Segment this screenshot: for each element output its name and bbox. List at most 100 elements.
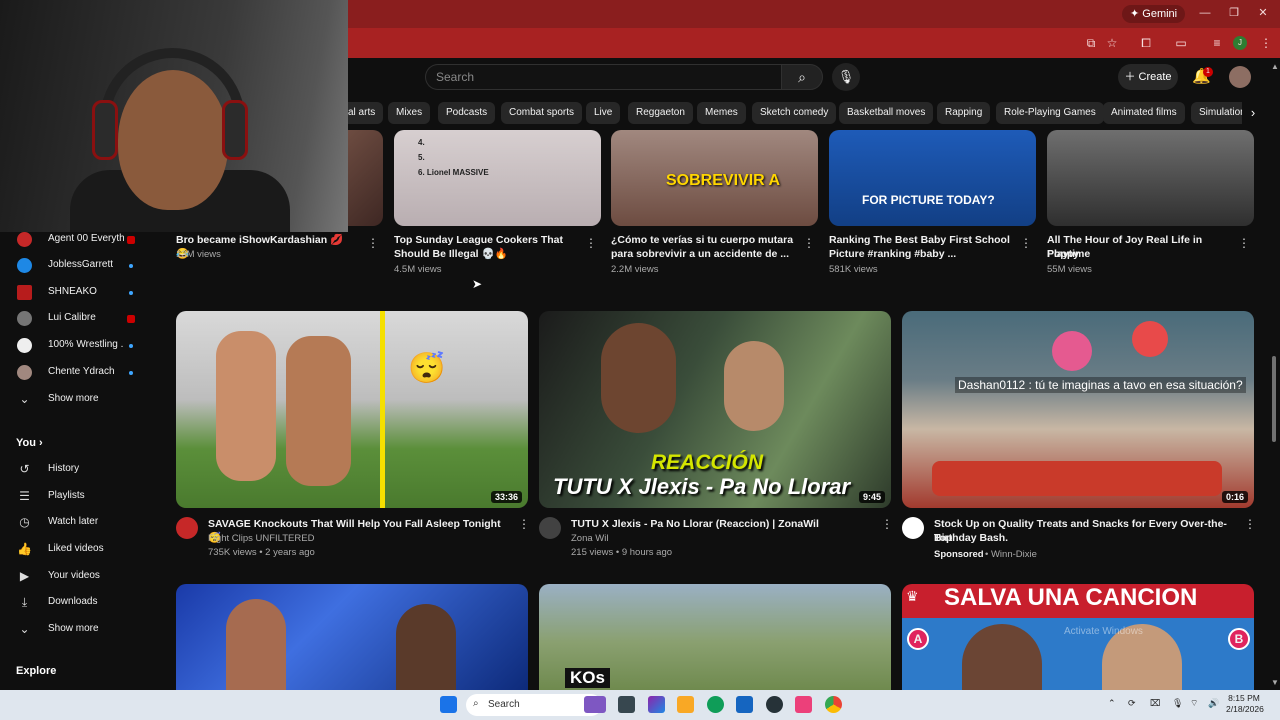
video-title[interactable]: Ranking The Best Baby First School	[829, 233, 1019, 247]
channel-name[interactable]: Zona Wil	[571, 532, 608, 546]
chrome-icon[interactable]	[825, 696, 842, 713]
video-thumbnail[interactable]: 0:16	[902, 311, 1254, 508]
video-title-line2[interactable]: para sobrevivir a un accidente de ...	[611, 247, 801, 261]
channel-avatar[interactable]	[176, 517, 198, 539]
restore-icon[interactable]: ❐	[1227, 6, 1241, 20]
file-explorer-icon[interactable]	[677, 696, 694, 713]
video-thumbnail[interactable]: SOBREVIVIR A	[611, 130, 818, 226]
tray-overflow-chevron-icon[interactable]: ⌃	[1108, 698, 1116, 709]
sidebar-sub-shneako[interactable]: SHNEAKO	[0, 280, 160, 306]
account-avatar[interactable]	[1229, 66, 1251, 88]
profile-avatar[interactable]: J	[1233, 36, 1247, 50]
windows-start-icon[interactable]	[440, 696, 457, 713]
more-options-icon[interactable]: ⋮	[1020, 236, 1032, 250]
close-icon[interactable]: ✕	[1256, 6, 1270, 20]
sidebar-item-downloads[interactable]: ⤓ Downloads	[0, 590, 160, 616]
microphone-icon[interactable]: 🎙	[832, 63, 860, 91]
video-thumbnail[interactable]	[176, 584, 528, 690]
task-view-icon[interactable]	[618, 696, 635, 713]
tray-wifi-icon[interactable]: ⌔	[1190, 698, 1198, 709]
search-icon[interactable]: ⌕	[781, 64, 823, 90]
video-title[interactable]: Top Sunday League Cookers That	[394, 233, 574, 247]
advertiser-name[interactable]: • Winn-Dixie	[985, 548, 1037, 562]
sidebar-show-more-you[interactable]: ⌄ Show more	[0, 617, 160, 643]
scroll-down-arrow-icon[interactable]: ▼	[1271, 678, 1279, 687]
video-thumbnail[interactable]: REACCIÓN TUTU X Jlexis - Pa No Llorar 9:…	[539, 311, 891, 508]
channel-avatar[interactable]	[539, 517, 561, 539]
video-thumbnail[interactable]: KOs	[539, 584, 891, 690]
scrollbar-thumb[interactable]	[1272, 356, 1276, 442]
sidebar-sub-agent00[interactable]: Agent 00 Everyth...	[0, 227, 160, 253]
sidebar-sub-joblessgarrett[interactable]: JoblessGarrett	[0, 253, 160, 279]
video-title[interactable]: TUTU X Jlexis - Pa No Llorar (Reaccion) …	[571, 517, 871, 531]
more-options-icon[interactable]: ⋮	[1238, 236, 1250, 250]
chip-live[interactable]: Live	[586, 102, 621, 124]
chip-role-playing-games[interactable]: Role-Playing Games	[996, 102, 1104, 124]
copilot-icon[interactable]	[648, 696, 665, 713]
more-options-icon[interactable]: ⋮	[518, 517, 530, 531]
search-input[interactable]: Search	[425, 64, 781, 90]
video-title-line2[interactable]: Should Be Illegal 💀🔥	[394, 247, 574, 261]
minimize-icon[interactable]: —	[1198, 6, 1212, 20]
video-thumbnail[interactable]	[1047, 130, 1254, 226]
taskbar-clock[interactable]: 8:15 PM 2/18/2026	[1226, 693, 1264, 715]
reading-list-icon[interactable]: ≡	[1209, 35, 1225, 51]
video-title[interactable]: ¿Cómo te verías si tu cuerpo mutara	[611, 233, 801, 247]
video-thumbnail[interactable]: FOR PICTURE TODAY?	[829, 130, 1036, 226]
obs-icon[interactable]	[766, 696, 783, 713]
chip-sketch-comedy[interactable]: Sketch comedy	[752, 102, 837, 124]
edge-icon[interactable]	[707, 696, 724, 713]
chip-animated-films[interactable]: Animated films	[1103, 102, 1185, 124]
microsoft-store-icon[interactable]	[736, 696, 753, 713]
sidebar-explore-header[interactable]: Explore	[16, 665, 56, 677]
browser-menu-icon[interactable]: ⋮	[1258, 35, 1274, 51]
sidebar-sub-100-wrestling[interactable]: 100% Wrestling ...	[0, 333, 160, 359]
chip-combat-sports[interactable]: Combat sports	[501, 102, 583, 124]
video-thumbnail[interactable]: 4. 5. 6. Lionel MASSIVE	[394, 130, 601, 226]
sidebar-item-watch-later[interactable]: ◷ Watch later	[0, 510, 160, 536]
sidebar-show-more-subscriptions[interactable]: ⌄ Show more	[0, 387, 160, 413]
sidebar-item-playlists[interactable]: ☰ Playlists	[0, 484, 160, 510]
chip-basketball-moves[interactable]: Basketball moves	[839, 102, 934, 124]
tray-mic-icon[interactable]: 🎙	[1172, 698, 1183, 709]
tiktok-icon[interactable]	[795, 696, 812, 713]
tray-network-off-icon[interactable]: ⌧	[1150, 698, 1160, 709]
more-options-icon[interactable]: ⋮	[1244, 517, 1256, 531]
more-options-icon[interactable]: ⋮	[803, 236, 815, 250]
gemini-button[interactable]: ✦ Gemini	[1122, 5, 1186, 23]
video-title-line2[interactable]: Playtime	[1047, 247, 1237, 261]
chevron-right-icon[interactable]: ›	[1242, 102, 1264, 124]
more-options-icon[interactable]: ⋮	[881, 517, 893, 531]
tray-volume-icon[interactable]: 🔊	[1208, 698, 1219, 709]
video-thumbnail[interactable]: 😴 33:36	[176, 311, 528, 508]
chip-rapping[interactable]: Rapping	[937, 102, 991, 124]
sidebar-sub-chente-ydrach[interactable]: Chente Ydrach	[0, 360, 160, 386]
sidebar-item-your-videos[interactable]: ▶ Your videos	[0, 564, 160, 590]
sidebar-item-history[interactable]: ↺ History	[0, 457, 160, 483]
video-thumbnail[interactable]	[348, 130, 383, 226]
scroll-up-arrow-icon[interactable]: ▲	[1271, 62, 1279, 71]
create-button[interactable]: ＋ Create	[1118, 64, 1178, 90]
tray-sync-icon[interactable]: ⟳	[1128, 698, 1136, 709]
video-title-line2[interactable]: Picture #ranking #baby ...	[829, 247, 1019, 261]
chip-podcasts[interactable]: Podcasts	[438, 102, 496, 124]
advertiser-avatar[interactable]	[902, 517, 924, 539]
video-thumbnail[interactable]: SALVA UNA CANCION A B Activate Windows	[902, 584, 1254, 690]
channel-name[interactable]: Fight Clips UNFILTERED	[208, 532, 314, 546]
chip-reggaeton[interactable]: Reggaeton	[628, 102, 693, 124]
extensions-icon[interactable]: ⧠	[1138, 35, 1154, 51]
more-options-icon[interactable]: ⋮	[367, 236, 379, 250]
chip-mixes[interactable]: Mixes	[388, 102, 431, 124]
sidebar-you-header[interactable]: You ›	[16, 437, 43, 449]
taskbar-widget-icon[interactable]	[584, 696, 606, 713]
ad-title-line2[interactable]: Birthday Bash.	[934, 531, 1234, 545]
sidebar-item-liked-videos[interactable]: 👍 Liked videos	[0, 537, 160, 563]
sidebar-item-label: Lui Calibre	[48, 312, 96, 323]
chip-memes[interactable]: Memes	[697, 102, 746, 124]
taskbar-search[interactable]: Search	[466, 694, 602, 716]
more-options-icon[interactable]: ⋮	[585, 236, 597, 250]
sidebar-sub-luicalibre[interactable]: Lui Calibre	[0, 306, 160, 332]
screen-share-icon[interactable]: ⧉	[1083, 35, 1099, 51]
bookmark-star-icon[interactable]: ☆	[1104, 35, 1120, 51]
cast-icon[interactable]: ▭	[1173, 35, 1189, 51]
